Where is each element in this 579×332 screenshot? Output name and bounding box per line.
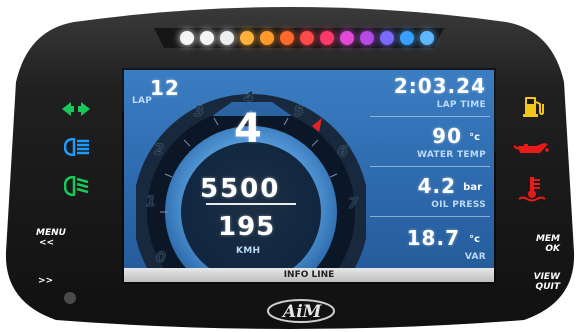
speed-unit: KMH [236, 246, 261, 256]
view-label: VIEW [533, 272, 560, 282]
oil-press-unit: bar [463, 182, 482, 193]
dash-display-device: MENU << >> MEM OK VIEW QUIT AiM 12 LAP 0… [4, 2, 576, 330]
shift-led [240, 31, 254, 45]
water-temp-value: 90 [432, 124, 462, 148]
lap-time-value: 2:03.24 [393, 74, 486, 98]
fuel-icon [523, 95, 545, 117]
shift-led [200, 31, 214, 45]
oil-can-icon [514, 140, 550, 158]
coolant-temp-icon [518, 176, 546, 202]
rpm-value: 5500 [200, 174, 281, 204]
shift-led [360, 31, 374, 45]
view-quit-button[interactable]: VIEW QUIT [526, 272, 560, 292]
scale-mark-4: 4 [244, 90, 254, 106]
water-temp-label: WATER TEMP [417, 150, 486, 160]
divider [370, 166, 490, 167]
gear-indicator: 4 [234, 106, 263, 152]
turn-signal-icon [62, 101, 90, 117]
shift-led [340, 31, 354, 45]
oil-press-value: 4.2 [417, 174, 456, 198]
aim-logo: AiM [266, 298, 336, 324]
low-beam-icon [63, 137, 90, 157]
divider [370, 116, 490, 117]
menu-button[interactable]: MENU << [36, 228, 66, 248]
var-label: VAR [464, 252, 486, 262]
shift-led [180, 31, 194, 45]
menu-arrow: << [39, 238, 55, 248]
var-unit: °c [469, 234, 480, 245]
next-button[interactable]: >> [38, 276, 53, 286]
shift-led [280, 31, 294, 45]
lap-time-label: LAP TIME [436, 100, 486, 110]
scale-mark-5: 5 [294, 104, 304, 120]
divider [370, 216, 490, 217]
oil-press-label: OIL PRESS [431, 200, 486, 210]
quit-label: QUIT [535, 282, 560, 292]
ok-label: OK [545, 244, 560, 254]
mem-ok-button[interactable]: MEM OK [528, 234, 560, 254]
water-temp-unit: °c [469, 132, 480, 143]
scale-mark-0: 0 [156, 250, 166, 266]
shift-led [420, 31, 434, 45]
scale-mark-6: 6 [338, 144, 348, 160]
scale-mark-1: 1 [146, 194, 156, 210]
speed-value: 195 [218, 212, 276, 242]
menu-label: MENU [36, 228, 66, 238]
shift-led [220, 31, 234, 45]
next-arrow: >> [38, 276, 54, 286]
high-beam-icon [63, 175, 90, 197]
info-line: INFO LINE [124, 268, 494, 282]
scale-mark-2: 2 [154, 142, 164, 158]
shift-led [380, 31, 394, 45]
scale-mark-7: 7 [348, 196, 358, 212]
shift-led [400, 31, 414, 45]
shift-led [300, 31, 314, 45]
scale-mark-3: 3 [194, 104, 204, 120]
shift-led [260, 31, 274, 45]
svg-text:AiM: AiM [281, 302, 323, 322]
display-screen: 12 LAP 0 1 2 3 4 5 6 7 4 5500 195 KMH 2:… [124, 70, 494, 282]
mem-label: MEM [535, 234, 560, 244]
shift-led [320, 31, 334, 45]
var-value: 18.7 [406, 226, 460, 250]
